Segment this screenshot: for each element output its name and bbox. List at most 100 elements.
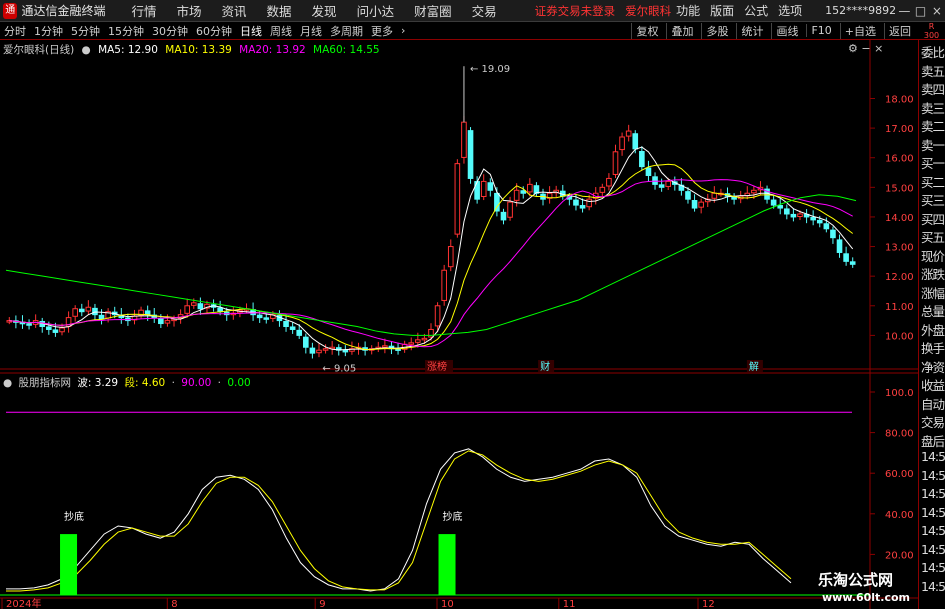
candle-body	[342, 349, 349, 353]
legend-ma5: MA5: 12.90	[98, 44, 158, 56]
period-multi[interactable]: 多周期	[330, 23, 363, 39]
indicator-line-1	[6, 448, 792, 592]
candle-body	[289, 326, 296, 330]
candle-body	[256, 314, 263, 319]
ma10-line	[9, 163, 854, 351]
candle-body	[790, 213, 797, 218]
period-30min[interactable]: 30分钟	[152, 23, 188, 39]
candle-body	[658, 184, 665, 188]
legend-ma60: MA60: 14.55	[313, 44, 380, 56]
menu-wenxiaoda[interactable]: 问小达	[357, 1, 395, 20]
date-tick-label: 12	[702, 599, 715, 609]
candle-body	[72, 308, 78, 317]
tool-diejia[interactable]: 叠加	[666, 22, 697, 39]
candle-body	[513, 189, 520, 201]
event-label: 涨榜	[427, 360, 447, 373]
chart-area[interactable]: 18.00 17.00 16.00 15.00 14.00 13.00 12.00 11.00…	[0, 40, 918, 609]
legend-ma20: MA20: 13.92	[239, 44, 306, 56]
close-icon[interactable]: ×	[929, 4, 945, 18]
period-monthly[interactable]: 月线	[300, 23, 322, 39]
high-label: ← 19.09	[470, 64, 510, 75]
quote-sidebar: 委比 卖五 卖四 卖三 卖二 卖一 买一 买二 买三 买四 买五 现价 涨跌 涨幅 总量 外盘 换手 净资 收益 自动…	[918, 40, 945, 609]
sidebar-item: 卖四	[921, 82, 945, 97]
menu-hangqing[interactable]: 行情	[131, 1, 156, 20]
period-daily[interactable]: 日线	[240, 23, 262, 39]
candle-body	[441, 269, 447, 301]
candle-body	[810, 216, 816, 221]
candle-body	[527, 183, 533, 193]
menu-bar: 通 通达信金融终端 行情 市场 资讯 数据 发现 问小达 财富圈 交易 证券交易…	[0, 0, 945, 22]
watermark-url: www.60lt.com	[822, 591, 911, 604]
candle-body	[415, 339, 421, 343]
maximize-icon[interactable]: □	[912, 4, 928, 18]
tool-fuquan[interactable]: 复权	[631, 22, 662, 39]
settings-dot-icon[interactable]: ●	[82, 44, 91, 56]
menu-gongneng[interactable]: 功能	[676, 2, 700, 19]
date-tick-label: 9	[319, 599, 325, 609]
menu-zixun[interactable]: 资讯	[222, 1, 247, 20]
sidebar-item: 现价	[921, 248, 945, 264]
period-fenshi[interactable]: 分时	[4, 23, 26, 39]
tool-huaxian[interactable]: 画线	[771, 22, 802, 39]
user-account[interactable]: 152****9892	[825, 4, 896, 17]
candle-body	[303, 336, 309, 348]
menu-faxian[interactable]: 发现	[312, 1, 337, 20]
menu-gongshi[interactable]: 公式	[744, 2, 768, 19]
sidebar-item: 外盘	[921, 322, 945, 338]
candle-body	[309, 347, 316, 354]
candle-body	[849, 261, 856, 265]
tool-fanhui[interactable]: 返回	[884, 22, 915, 39]
signal-label: 抄底	[443, 510, 463, 523]
minus-icon[interactable]: −	[861, 42, 870, 55]
sidebar-item: 买一	[921, 156, 945, 171]
candle-body	[164, 320, 171, 324]
menu-banmian[interactable]: 版面	[710, 2, 734, 19]
legend-title: 爱尔眼科(日线)	[3, 44, 75, 56]
candle-body	[78, 308, 85, 313]
candle-body	[816, 219, 823, 224]
indicator-dot-icon[interactable]: ●	[3, 377, 12, 389]
sidebar-item: 买三	[921, 193, 945, 208]
indicator-tick-label: 60.00	[885, 469, 914, 480]
candle-body	[777, 205, 784, 209]
period-60min[interactable]: 60分钟	[196, 23, 232, 39]
candle-body	[639, 151, 645, 168]
indicator-axis: 100.0 80.00 60.00 40.00 20.00	[870, 388, 914, 561]
candle-body	[26, 323, 32, 326]
menu-caifuquan[interactable]: 财富圈	[414, 1, 452, 20]
stock-name-top: 爱尔眼科	[625, 3, 672, 18]
sidebar-item: 14:56	[921, 449, 945, 464]
sidebar-item: 换手	[921, 341, 945, 356]
tool-f10[interactable]: F10	[806, 24, 835, 37]
price-tick-label: 15.00	[885, 183, 914, 194]
price-tick-label: 10.00	[885, 331, 914, 342]
sidebar-item: 收益	[921, 378, 945, 393]
period-more[interactable]: 更多	[371, 23, 393, 39]
date-tick-label: 8	[171, 599, 177, 609]
tool-tongji[interactable]: 统计	[736, 22, 767, 39]
tool-zixuan[interactable]: +自选	[839, 22, 880, 39]
period-15min[interactable]: 15分钟	[108, 23, 144, 39]
menu-shuju[interactable]: 数据	[267, 1, 292, 20]
menu-shichang[interactable]: 市场	[177, 1, 202, 20]
indicator-line-2	[6, 450, 792, 592]
candle-body	[573, 199, 579, 206]
menu-xuanxiang[interactable]: 选项	[778, 2, 802, 19]
event-label: 财	[540, 360, 550, 373]
menu-jiaoyi[interactable]: 交易	[472, 1, 497, 20]
indicator-tick-label: 40.00	[885, 510, 914, 521]
chevron-right-icon[interactable]: ›	[401, 24, 405, 37]
sidebar-item: 14:56	[921, 504, 945, 520]
minimize-icon[interactable]: —	[896, 4, 912, 18]
candle-body	[612, 151, 619, 175]
login-notice[interactable]: 证券交易未登录	[535, 3, 616, 19]
settings-icon[interactable]: ⚙	[848, 42, 858, 55]
period-1min[interactable]: 1分钟	[34, 23, 63, 39]
period-5min[interactable]: 5分钟	[71, 23, 100, 39]
price-tick-label: 12.00	[885, 272, 914, 283]
period-weekly[interactable]: 周线	[270, 23, 292, 39]
tool-duogu[interactable]: 多股	[701, 22, 732, 39]
close-icon[interactable]: ×	[874, 42, 883, 55]
candle-body	[52, 329, 59, 333]
candle-body	[711, 192, 718, 199]
